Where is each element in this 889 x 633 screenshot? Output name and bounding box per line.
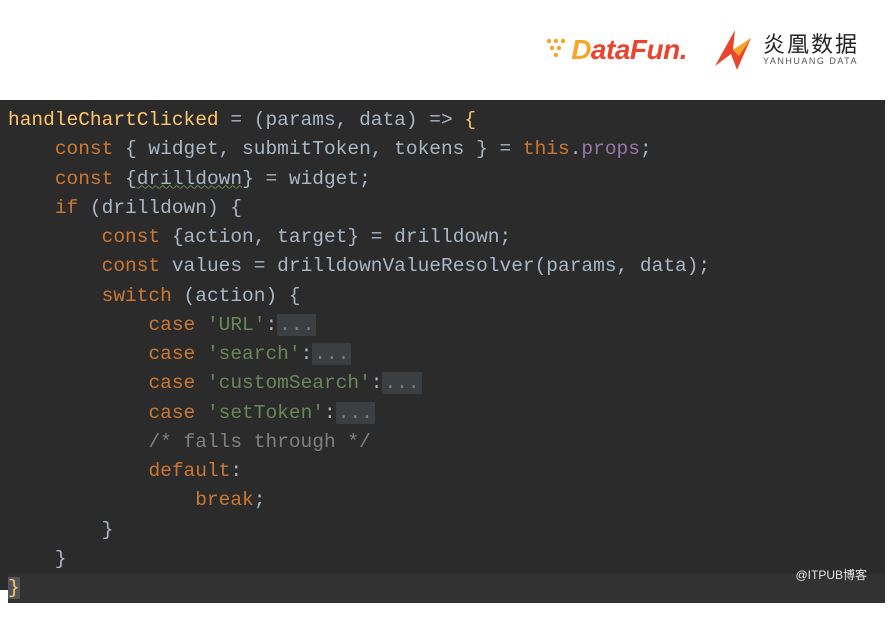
datafun-rest: ataFun — [591, 34, 680, 65]
header: DataFun. 炎凰数据 YANHUANG DATA — [0, 0, 889, 100]
t: ; — [640, 138, 652, 160]
fold-marker[interactable]: ... — [382, 372, 421, 394]
code-editor[interactable]: handleChartClicked = (params, data) => {… — [0, 100, 885, 590]
t: values = drilldownValueResolver(params, … — [160, 255, 710, 277]
t: : — [265, 314, 277, 336]
t: case — [148, 314, 195, 336]
t: const — [55, 168, 114, 190]
bird-icon — [707, 26, 755, 74]
yanhuang-label: 炎凰数据 YANHUANG DATA — [763, 33, 859, 67]
warn-drilldown: drilldown — [137, 168, 242, 190]
t: { widget, submitToken, tokens } = — [113, 138, 523, 160]
datafun-dots-icon — [543, 35, 569, 66]
datafun-d: D — [571, 34, 591, 65]
fold-marker[interactable]: ... — [336, 402, 375, 424]
t: const — [55, 138, 114, 160]
t: ) => — [406, 109, 465, 131]
t: params, data — [265, 109, 405, 131]
t: . — [570, 138, 582, 160]
yanhuang-logo: 炎凰数据 YANHUANG DATA — [707, 26, 859, 74]
fold-marker[interactable]: ... — [312, 343, 351, 365]
t: : — [301, 343, 313, 365]
t: const — [102, 255, 161, 277]
t: : — [324, 402, 336, 424]
t: this — [523, 138, 570, 160]
t: const — [102, 226, 161, 248]
t: (action) { — [172, 285, 301, 307]
t: if — [55, 197, 78, 219]
t: 'search' — [207, 343, 301, 365]
t: } = widget; — [242, 168, 371, 190]
t: { — [464, 109, 476, 131]
t: } — [55, 548, 67, 570]
t: (drilldown) { — [78, 197, 242, 219]
t: default — [148, 460, 230, 482]
watermark: @ITPUB博客 — [795, 566, 867, 584]
yanhuang-en: YANHUANG DATA — [763, 57, 859, 67]
t: 'customSearch' — [207, 372, 371, 394]
t: case — [148, 402, 195, 424]
closing-brace: } — [8, 577, 20, 599]
t: case — [148, 343, 195, 365]
t: break — [195, 489, 254, 511]
t: 'setToken' — [207, 402, 324, 424]
datafun-logo: DataFun. — [543, 34, 687, 66]
t: : — [230, 460, 242, 482]
t: case — [148, 372, 195, 394]
fold-marker[interactable]: ... — [277, 314, 316, 336]
t: { — [113, 168, 136, 190]
t: {action, target} = drilldown; — [160, 226, 511, 248]
yanhuang-cn: 炎凰数据 — [763, 33, 859, 57]
datafun-period: . — [680, 34, 687, 65]
t: } — [102, 519, 114, 541]
t: ; — [254, 489, 266, 511]
t: props — [581, 138, 640, 160]
datafun-text: DataFun. — [571, 34, 687, 66]
t: 'URL' — [207, 314, 266, 336]
t: switch — [102, 285, 172, 307]
code-fn-name: handleChartClicked — [8, 109, 219, 131]
t: = ( — [219, 109, 266, 131]
t: : — [371, 372, 383, 394]
code-comment: /* falls through */ — [148, 431, 370, 453]
